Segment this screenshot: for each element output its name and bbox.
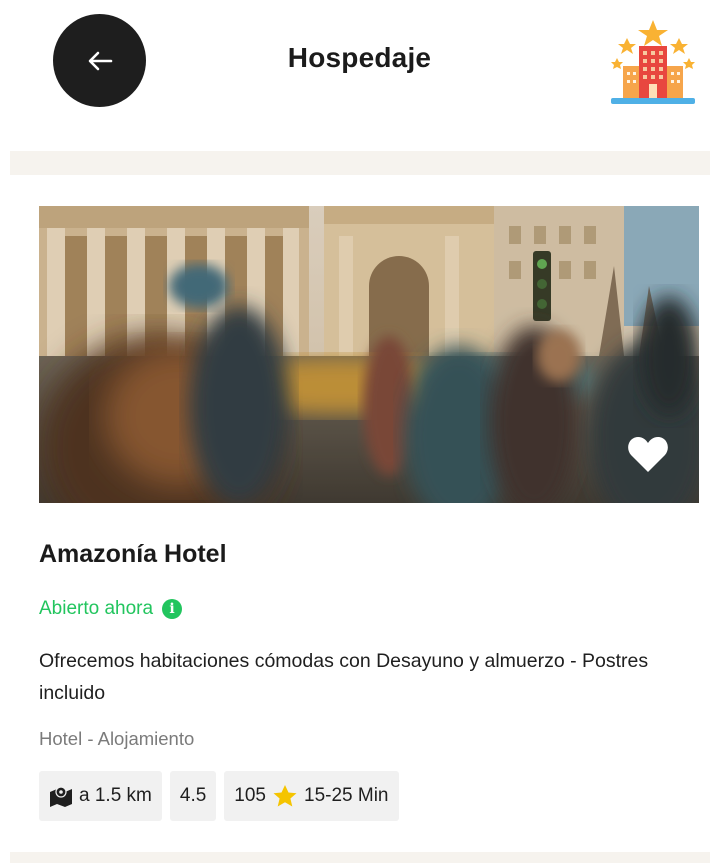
open-status: Abierto ahora i xyxy=(39,598,183,620)
hotel-category: Hotel - Alojamiento xyxy=(39,728,195,749)
info-icon[interactable]: i xyxy=(162,599,183,619)
open-status-label: Abierto ahora xyxy=(39,598,154,619)
star-icon xyxy=(273,785,297,807)
section-divider xyxy=(10,151,710,175)
distance-chip: a 1.5 km xyxy=(39,771,162,821)
reviews-count: 105 xyxy=(234,785,266,806)
section-divider-bottom xyxy=(10,852,710,863)
reviews-time-chip: 105 15-25 Min xyxy=(224,771,399,821)
heart-icon[interactable] xyxy=(626,434,670,474)
delivery-time: 15-25 Min xyxy=(304,785,389,806)
distance-value: a 1.5 km xyxy=(79,785,152,806)
rating-chip: 4.5 xyxy=(169,771,217,821)
info-chips: a 1.5 km 4.5 105 15-25 Min xyxy=(39,771,399,821)
hotel-name: Amazonía Hotel xyxy=(39,540,227,568)
hotel-stars-icon xyxy=(611,20,695,104)
map-location-icon xyxy=(50,786,72,807)
hotel-description: Ofrecemos habitaciones cómodas con Desay… xyxy=(39,650,649,704)
hotel-photo xyxy=(39,206,699,503)
rating-value: 4.5 xyxy=(179,785,207,806)
